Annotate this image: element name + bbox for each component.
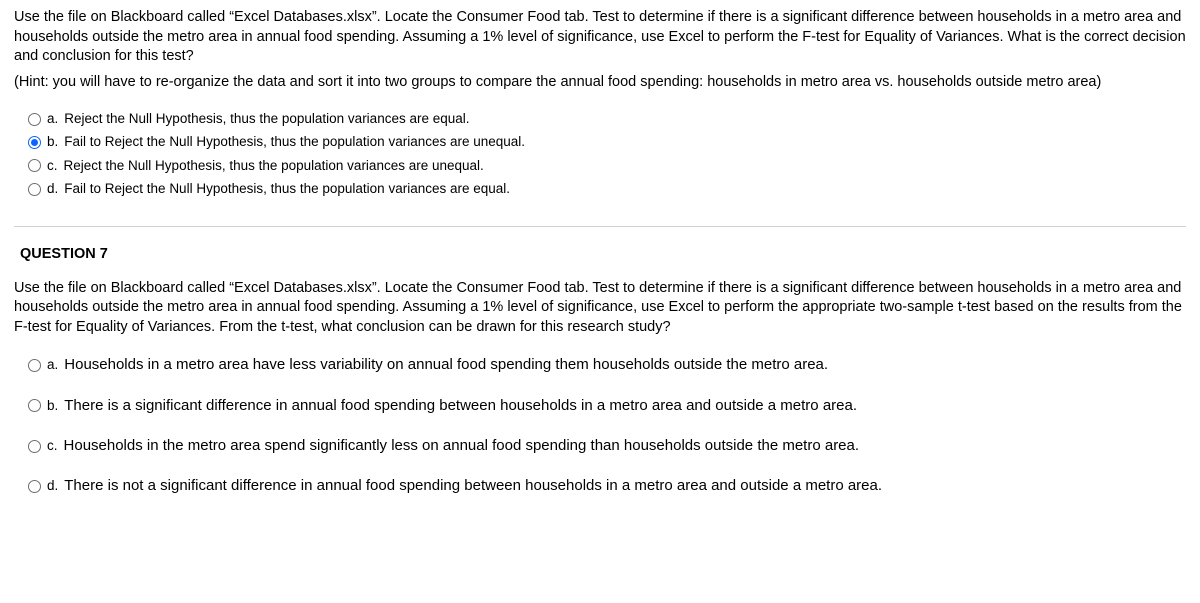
q6-option-d[interactable]: d. Fail to Reject the Null Hypothesis, t… [28,180,1186,198]
option-letter: a. [47,110,58,128]
radio-icon[interactable] [28,183,41,196]
option-text: Fail to Reject the Null Hypothesis, thus… [64,133,525,151]
option-text: There is not a significant difference in… [64,476,882,496]
radio-icon[interactable] [28,480,41,493]
q7-option-a[interactable]: a. Households in a metro area have less … [28,355,1186,375]
radio-icon[interactable] [28,159,41,172]
q6-option-c[interactable]: c. Reject the Null Hypothesis, thus the … [28,157,1186,175]
option-letter: b. [47,397,58,415]
option-text: There is a significant difference in ann… [64,396,857,416]
option-text: Reject the Null Hypothesis, thus the pop… [64,110,469,128]
option-letter: d. [47,180,58,198]
option-letter: c. [47,157,58,175]
q7-option-b[interactable]: b. There is a significant difference in … [28,396,1186,416]
question-divider [14,226,1186,227]
radio-icon[interactable] [28,440,41,453]
q6-option-b[interactable]: b. Fail to Reject the Null Hypothesis, t… [28,133,1186,151]
q7-options: a. Households in a metro area have less … [14,355,1186,496]
q6-prompt: Use the file on Blackboard called “Excel… [14,8,1186,67]
option-letter: d. [47,477,58,495]
q7-heading: QUESTION 7 [14,245,1186,265]
option-letter: c. [47,437,58,455]
q6-options: a. Reject the Null Hypothesis, thus the … [14,110,1186,198]
option-text: Reject the Null Hypothesis, thus the pop… [64,157,484,175]
option-text: Households in a metro area have less var… [64,355,828,375]
option-letter: b. [47,133,58,151]
q6-option-a[interactable]: a. Reject the Null Hypothesis, thus the … [28,110,1186,128]
q7-option-d[interactable]: d. There is not a significant difference… [28,476,1186,496]
q7-option-c[interactable]: c. Households in the metro area spend si… [28,436,1186,456]
option-text: Households in the metro area spend signi… [64,436,860,456]
option-text: Fail to Reject the Null Hypothesis, thus… [64,180,510,198]
q6-hint: (Hint: you will have to re-organize the … [14,73,1186,93]
radio-icon[interactable] [28,359,41,372]
radio-icon[interactable] [28,399,41,412]
radio-icon[interactable] [28,113,41,126]
radio-icon[interactable] [28,136,41,149]
option-letter: a. [47,356,58,374]
question-6: Use the file on Blackboard called “Excel… [14,8,1186,198]
q7-prompt: Use the file on Blackboard called “Excel… [14,279,1186,338]
question-7: QUESTION 7 Use the file on Blackboard ca… [14,245,1186,496]
